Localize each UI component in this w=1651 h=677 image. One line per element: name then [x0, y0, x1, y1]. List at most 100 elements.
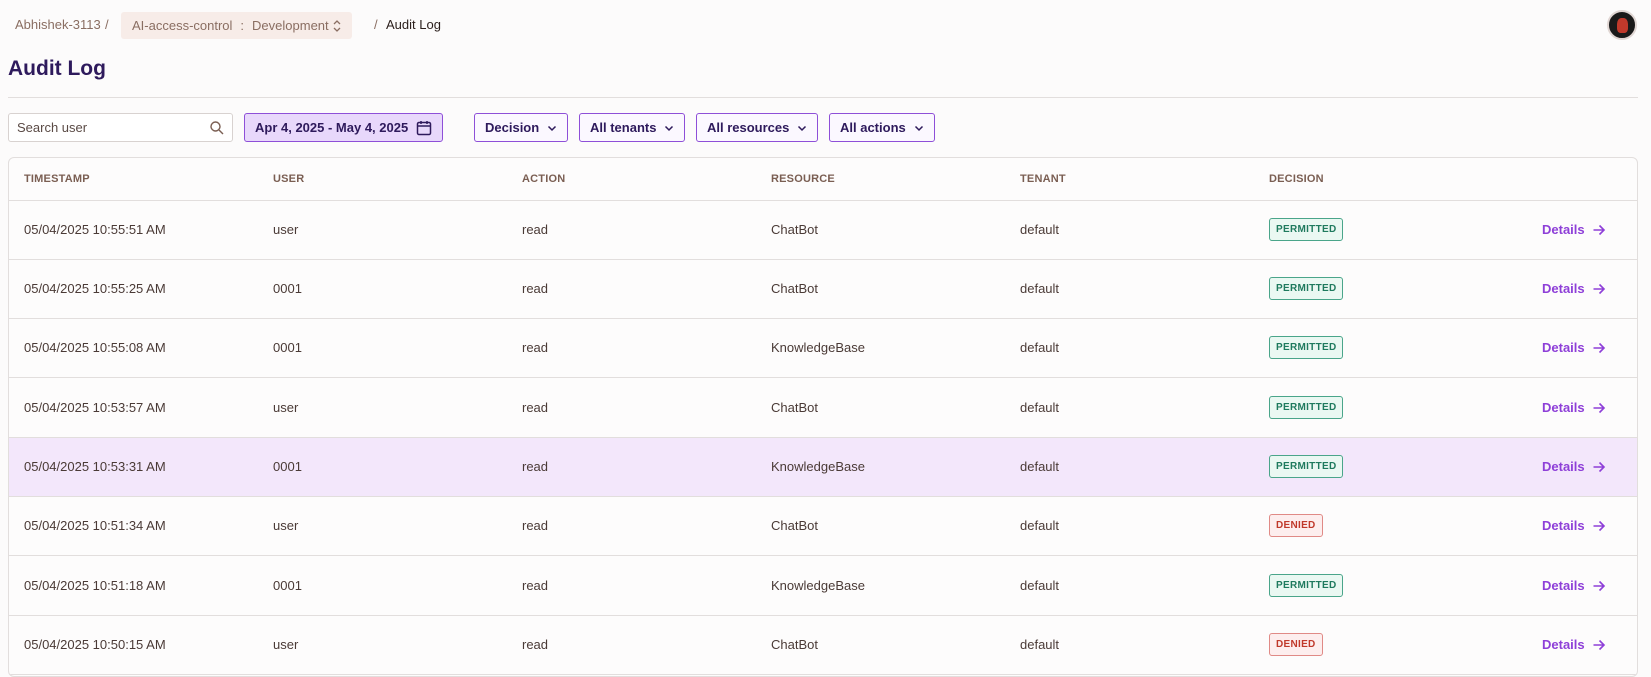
calendar-icon	[416, 120, 432, 135]
details-label: Details	[1542, 400, 1585, 415]
search-input[interactable]	[9, 114, 199, 141]
cell-timestamp: 05/04/2025 10:53:57 AM	[24, 400, 166, 415]
table-row[interactable]: 05/04/2025 10:50:15 AM user read ChatBot def…	[9, 616, 1637, 675]
decision-badge: DENIED	[1269, 633, 1323, 656]
details-link[interactable]: Details	[1542, 578, 1606, 593]
breadcrumb-project: AI-access-control	[132, 18, 233, 33]
details-link[interactable]: Details	[1542, 400, 1606, 415]
details-label: Details	[1542, 459, 1585, 474]
breadcrumb-separator: /	[105, 17, 109, 32]
details-label: Details	[1542, 340, 1585, 355]
arrow-right-icon	[1593, 580, 1605, 591]
cell-action: read	[522, 222, 549, 237]
cell-timestamp: 05/04/2025 10:55:25 AM	[24, 281, 166, 296]
up-down-icon	[333, 19, 341, 32]
cell-action: read	[522, 340, 549, 355]
cell-tenant: default	[1020, 578, 1060, 593]
cell-action: read	[522, 637, 549, 652]
table-row[interactable]: 05/04/2025 10:53:31 AM 0001 read KnowledgeB…	[9, 438, 1637, 497]
cell-timestamp: 05/04/2025 10:51:34 AM	[24, 518, 166, 533]
cell-user: 0001	[273, 578, 302, 593]
actions-filter-label: All actions	[840, 120, 906, 135]
cell-action: read	[522, 518, 549, 533]
cell-tenant: default	[1020, 281, 1060, 296]
table-row[interactable]: 05/04/2025 10:55:25 AM 0001 read ChatBot def…	[9, 260, 1637, 319]
cell-action: read	[522, 578, 549, 593]
details-link[interactable]: Details	[1542, 281, 1606, 296]
resources-filter[interactable]: All resources	[696, 113, 819, 142]
table-header: TIMESTAMP USER ACTION RESOURCE TENANT DE…	[9, 158, 1637, 201]
table-row[interactable]: 05/04/2025 10:51:34 AM user read ChatBot def…	[9, 497, 1637, 556]
resources-filter-label: All resources	[707, 120, 790, 135]
details-link[interactable]: Details	[1542, 340, 1606, 355]
cell-timestamp: 05/04/2025 10:53:31 AM	[24, 459, 166, 474]
date-range-label: Apr 4, 2025 - May 4, 2025	[255, 120, 409, 135]
cell-resource: ChatBot	[771, 281, 818, 296]
table-row[interactable]: 05/04/2025 10:51:18 AM 0001 read KnowledgeB…	[9, 557, 1637, 616]
decision-filter-label: Decision	[485, 120, 540, 135]
cell-action: read	[522, 459, 549, 474]
details-label: Details	[1542, 518, 1585, 533]
table-row[interactable]: 05/04/2025 10:53:57 AM user read ChatBot def…	[9, 379, 1637, 438]
arrow-right-icon	[1593, 402, 1605, 413]
column-header-tenant: TENANT	[1020, 173, 1066, 185]
tenants-filter[interactable]: All tenants	[579, 113, 686, 142]
arrow-right-icon	[1593, 283, 1605, 294]
breadcrumb-environment: Development	[252, 18, 329, 33]
decision-badge: PERMITTED	[1269, 218, 1344, 241]
column-header-action: ACTION	[522, 173, 566, 185]
column-header-resource: RESOURCE	[771, 173, 835, 185]
cell-tenant: default	[1020, 340, 1060, 355]
breadcrumb-colon: :	[240, 18, 245, 33]
cell-tenant: default	[1020, 637, 1060, 652]
details-label: Details	[1542, 281, 1585, 296]
chevron-down-icon	[914, 125, 923, 131]
cell-user: 0001	[273, 281, 302, 296]
arrow-right-icon	[1593, 342, 1605, 353]
table-row[interactable]: 05/04/2025 10:55:51 AM user read ChatBot def…	[9, 201, 1637, 260]
decision-badge: PERMITTED	[1269, 396, 1344, 419]
cell-user: 0001	[273, 459, 302, 474]
cell-timestamp: 05/04/2025 10:55:08 AM	[24, 340, 166, 355]
details-link[interactable]: Details	[1542, 518, 1606, 533]
cell-resource: ChatBot	[771, 222, 818, 237]
decision-badge: PERMITTED	[1269, 574, 1344, 597]
date-range-filter[interactable]: Apr 4, 2025 - May 4, 2025	[244, 113, 444, 142]
actions-filter[interactable]: All actions	[829, 113, 935, 142]
cell-user: user	[273, 637, 299, 652]
cell-tenant: default	[1020, 400, 1060, 415]
avatar[interactable]	[1607, 10, 1637, 40]
decision-badge: PERMITTED	[1269, 336, 1344, 359]
cell-tenant: default	[1020, 459, 1060, 474]
cell-timestamp: 05/04/2025 10:51:18 AM	[24, 578, 166, 593]
arrow-right-icon	[1593, 639, 1605, 650]
decision-badge: PERMITTED	[1269, 277, 1344, 300]
search-box	[8, 113, 233, 142]
breadcrumb-user[interactable]: Abhishek-3113	[15, 17, 101, 32]
chevron-down-icon	[548, 125, 557, 131]
decision-badge: DENIED	[1269, 514, 1323, 537]
details-link[interactable]: Details	[1542, 637, 1606, 652]
details-label: Details	[1542, 578, 1585, 593]
details-link[interactable]: Details	[1542, 222, 1606, 237]
search-icon[interactable]	[209, 120, 225, 136]
cell-user: user	[273, 518, 299, 533]
arrow-right-icon	[1593, 224, 1605, 235]
tenants-filter-label: All tenants	[590, 120, 657, 135]
chevron-down-icon	[798, 125, 807, 131]
cell-resource: ChatBot	[771, 518, 818, 533]
cell-resource: KnowledgeBase	[771, 340, 865, 355]
cell-resource: ChatBot	[771, 637, 818, 652]
cell-user: user	[273, 400, 299, 415]
cell-user: 0001	[273, 340, 302, 355]
details-link[interactable]: Details	[1542, 459, 1606, 474]
breadcrumb-separator: /	[374, 17, 378, 32]
page-title: Audit Log	[8, 57, 106, 80]
table-row[interactable]: 05/04/2025 10:55:08 AM 0001 read KnowledgeB…	[9, 319, 1637, 378]
project-environment-switcher[interactable]: AI-access-control : Development	[121, 12, 352, 39]
decision-filter[interactable]: Decision	[474, 113, 569, 142]
details-label: Details	[1542, 222, 1585, 237]
cell-resource: KnowledgeBase	[771, 578, 865, 593]
cell-resource: KnowledgeBase	[771, 459, 865, 474]
divider	[8, 97, 1638, 98]
